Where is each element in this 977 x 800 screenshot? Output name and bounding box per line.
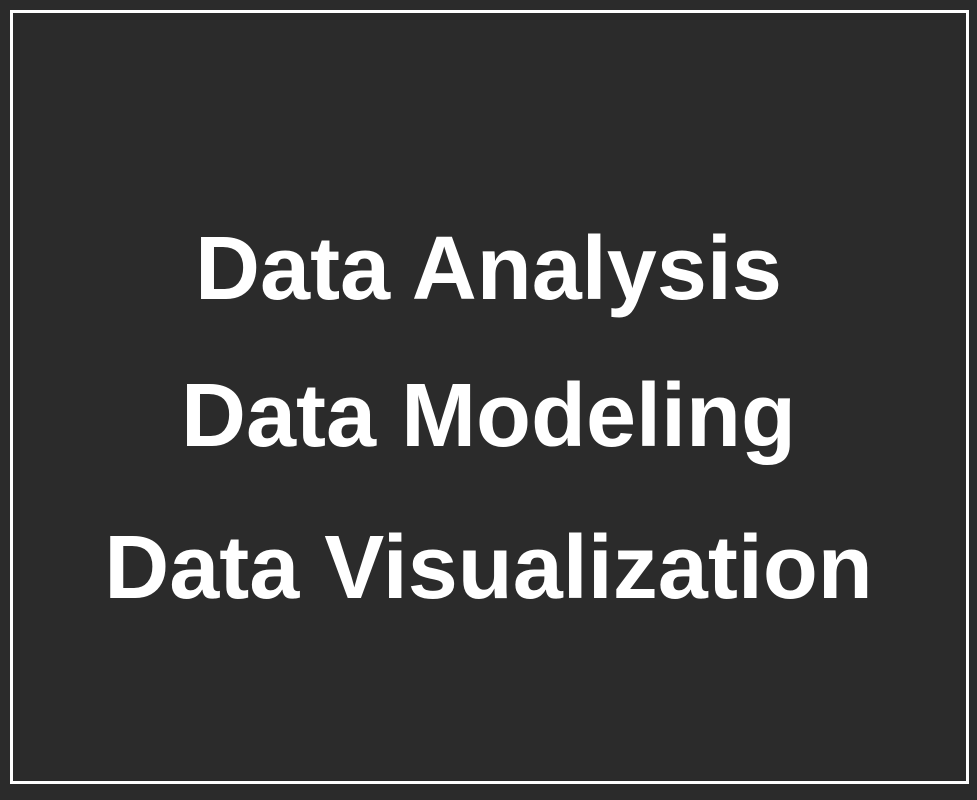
text-line-data-analysis: Data Analysis [195,219,782,319]
text-line-data-modeling: Data Modeling [180,366,796,466]
text-line-data-visualization: Data Visualization [104,518,873,618]
text-block: Data Analysis Data Modeling Data Visuali… [0,0,977,800]
